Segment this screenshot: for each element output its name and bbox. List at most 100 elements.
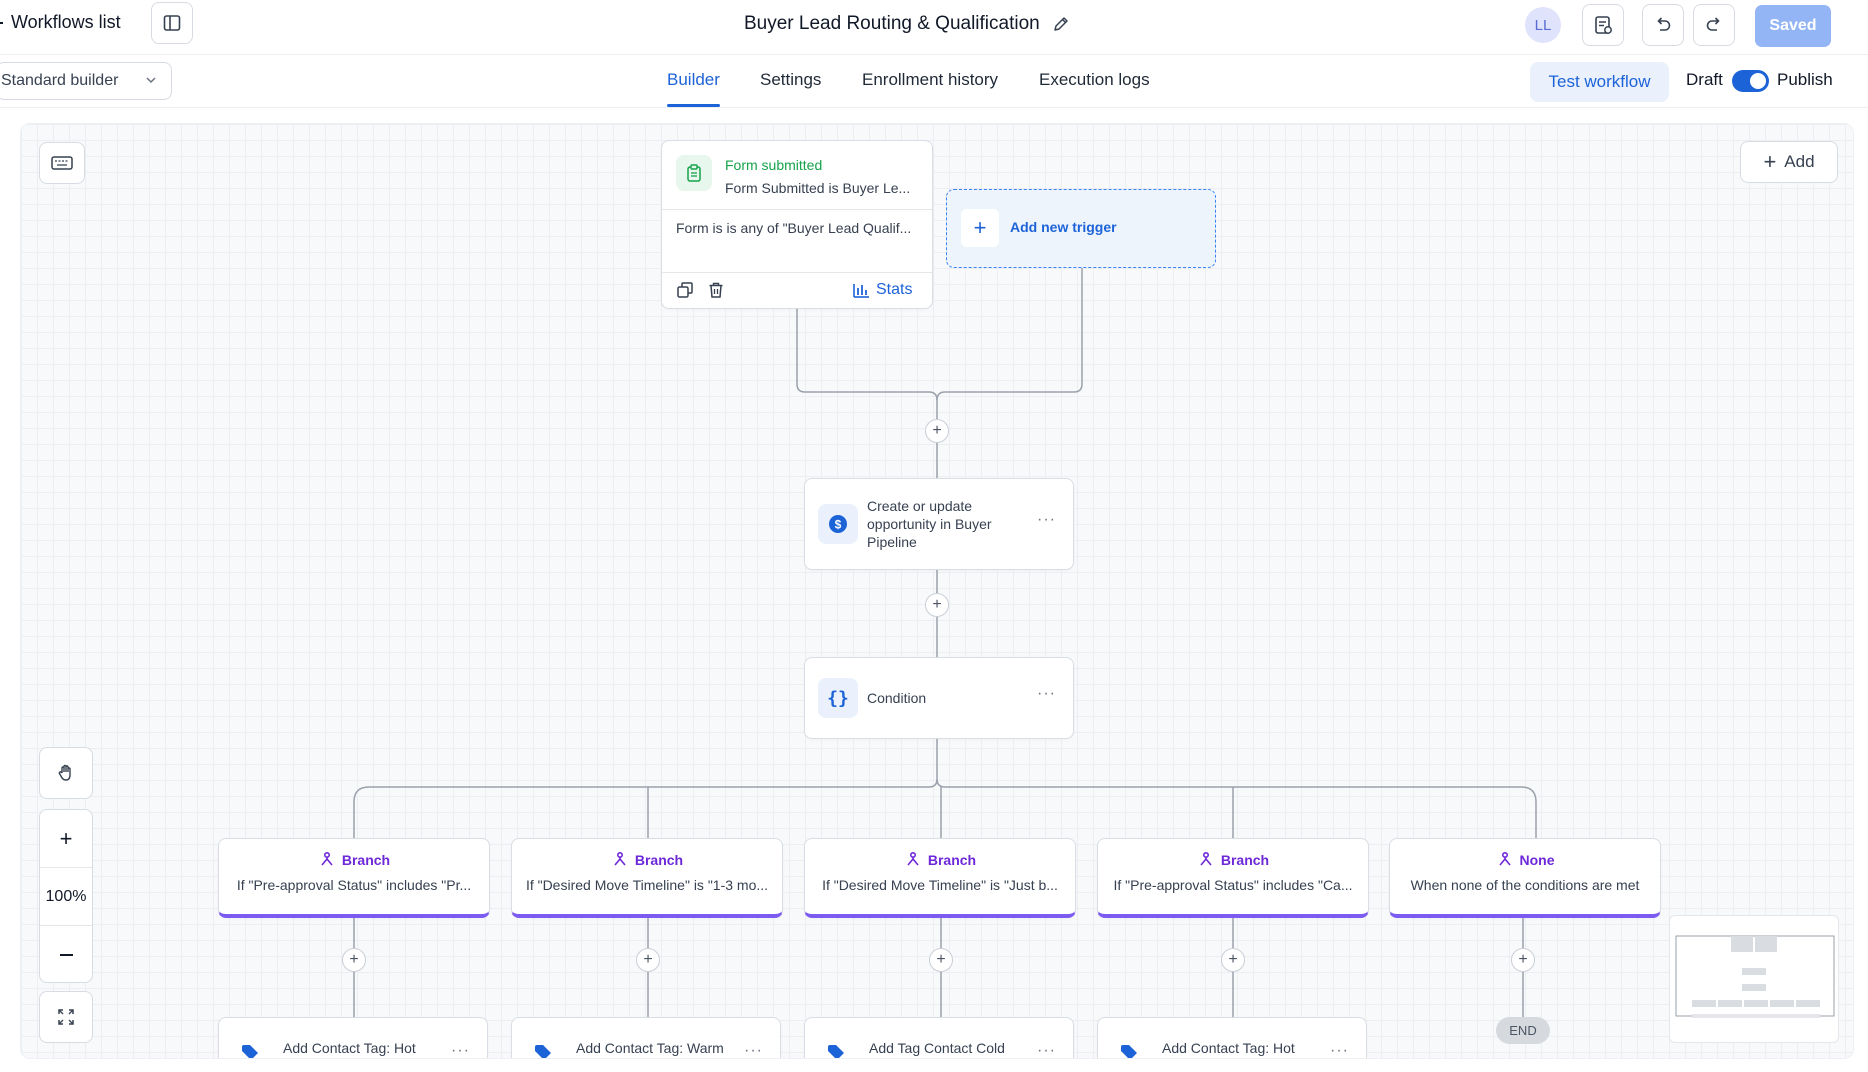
draft-label: Draft <box>1686 70 1723 89</box>
undo-button[interactable] <box>1642 4 1684 46</box>
branch-title: None <box>1519 852 1555 868</box>
redo-button[interactable] <box>1693 4 1735 46</box>
plus-icon: + <box>1763 149 1777 174</box>
sidebar-icon <box>163 15 181 31</box>
tag-icon <box>535 1045 551 1058</box>
add-step-button[interactable]: + <box>929 948 953 972</box>
action-label: Add Contact Tag: Warm <box>576 1040 724 1056</box>
test-workflow-button[interactable]: Test workflow <box>1530 62 1669 102</box>
branch-card-3[interactable]: Branch If "Desired Move Timeline" is "Ju… <box>804 838 1076 918</box>
divider <box>662 272 932 273</box>
trash-icon[interactable] <box>707 281 725 299</box>
trigger-filter: Form is is any of "Buyer Lead Qualif... <box>676 220 912 236</box>
branch-condition: When none of the conditions are met <box>1410 877 1640 893</box>
zoom-out-button[interactable] <box>40 926 92 984</box>
action-card-tag[interactable]: Add Contact Tag: Warm ··· <box>511 1017 781 1058</box>
more-options-icon[interactable]: ··· <box>744 1042 763 1058</box>
stats-button[interactable]: Stats <box>852 281 912 299</box>
tab-builder[interactable]: Builder <box>667 70 720 90</box>
action-card-tag[interactable]: Add Contact Tag: Hot ··· <box>1097 1017 1367 1058</box>
divider <box>662 209 932 210</box>
back-to-workflows-link[interactable]: Workflows list <box>0 12 121 33</box>
add-step-button[interactable]: + <box>925 593 949 617</box>
branch-card-4[interactable]: Branch If "Pre-approval Status" includes… <box>1097 838 1369 918</box>
svg-text:$: $ <box>835 518 842 532</box>
tab-settings[interactable]: Settings <box>760 70 821 90</box>
branch-condition: If "Desired Move Timeline" is "Just b... <box>822 877 1058 893</box>
expand-icon <box>58 1009 74 1025</box>
add-step-button[interactable]: + <box>342 948 366 972</box>
branch-condition: If "Pre-approval Status" includes "Ca... <box>1113 877 1353 893</box>
branch-icon <box>1498 851 1511 866</box>
more-options-icon[interactable]: ··· <box>1330 1042 1349 1058</box>
trigger-card[interactable]: Form submitted Form Submitted is Buyer L… <box>661 140 933 309</box>
tag-icon <box>828 1045 844 1058</box>
minimap-preview <box>1675 935 1835 1018</box>
arrow-left-icon <box>0 21 3 24</box>
action-card-opportunity[interactable]: $ Create or update opportunity in Buyer … <box>804 478 1074 570</box>
add-trigger-label: Add new trigger <box>1010 219 1117 235</box>
condition-card[interactable]: {} Condition ··· <box>804 657 1074 739</box>
publish-toggle[interactable] <box>1732 70 1769 92</box>
trigger-subtitle: Form Submitted is Buyer Le... <box>725 180 911 196</box>
connector-branch-bus-right <box>936 778 1537 838</box>
action-card-tag[interactable]: Add Contact Tag: Hot ··· <box>218 1017 488 1058</box>
zoom-controls: + 100% <box>39 809 93 983</box>
add-trigger-card[interactable]: + Add new trigger <box>946 189 1216 268</box>
tab-enrollment-history[interactable]: Enrollment history <box>862 70 998 90</box>
trigger-title: Form submitted <box>725 157 823 173</box>
branch-title: Branch <box>634 852 684 868</box>
workflow-canvas[interactable]: + Add Form submitted Form Submitted is B… <box>20 123 1854 1059</box>
workflow-title[interactable]: Buyer Lead Routing & Qualification <box>744 13 1070 35</box>
redo-icon <box>1706 17 1720 31</box>
pan-tool-button[interactable] <box>39 747 93 799</box>
user-avatar[interactable]: LL <box>1525 7 1561 43</box>
dollar-icon: $ <box>818 504 858 544</box>
plus-icon: + <box>59 825 73 851</box>
add-step-button[interactable]: + <box>925 419 949 443</box>
builder-mode-value: Standard builder <box>1 72 119 89</box>
branch-condition: If "Pre-approval Status" includes "Pr... <box>236 877 472 893</box>
pencil-icon[interactable] <box>1052 15 1070 33</box>
copy-icon[interactable] <box>676 281 694 299</box>
minimap[interactable] <box>1669 915 1839 1043</box>
add-node-button[interactable]: + Add <box>1740 141 1838 183</box>
add-step-button[interactable]: + <box>1511 948 1535 972</box>
branch-condition: If "Desired Move Timeline" is "1-3 mo... <box>525 877 769 893</box>
more-options-icon[interactable]: ··· <box>1037 511 1056 529</box>
hand-icon <box>58 764 71 781</box>
minus-icon <box>59 954 73 956</box>
toggle-sidebar-button[interactable] <box>151 2 193 44</box>
plus-icon: + <box>961 209 999 247</box>
branch-title: Branch <box>927 852 977 868</box>
branch-icon <box>321 851 333 866</box>
workflow-notes-button[interactable] <box>1582 4 1624 46</box>
action-card-tag[interactable]: Add Tag Contact Cold ··· <box>804 1017 1074 1058</box>
tab-execution-logs[interactable]: Execution logs <box>1039 70 1150 90</box>
bar-chart-icon <box>853 284 869 298</box>
more-options-icon[interactable]: ··· <box>1037 685 1056 703</box>
end-marker: END <box>1496 1017 1550 1044</box>
keyboard-shortcuts-button[interactable] <box>39 142 85 184</box>
add-step-button[interactable]: + <box>1221 948 1245 972</box>
builder-mode-select[interactable]: Standard builder <box>0 62 172 100</box>
back-label: Workflows list <box>11 12 121 32</box>
connector-trigger <box>796 309 938 431</box>
action-label: Add Tag Contact Cold <box>869 1040 1005 1056</box>
connector-add-trigger <box>936 268 1083 401</box>
fit-view-button[interactable] <box>39 991 93 1043</box>
more-options-icon[interactable]: ··· <box>1037 1042 1056 1058</box>
branch-card-1[interactable]: Branch If "Pre-approval Status" includes… <box>218 838 490 918</box>
workflow-title-text: Buyer Lead Routing & Qualification <box>744 13 1040 34</box>
condition-label: Condition <box>867 690 927 706</box>
connector-branch-bus <box>353 778 938 838</box>
keyboard-icon <box>51 156 73 170</box>
branch-card-2[interactable]: Branch If "Desired Move Timeline" is "1-… <box>511 838 783 918</box>
branch-card-none[interactable]: None When none of the conditions are met <box>1389 838 1661 918</box>
branch-icon <box>907 851 919 866</box>
zoom-in-button[interactable]: + <box>40 810 92 868</box>
more-options-icon[interactable]: ··· <box>451 1042 470 1058</box>
save-status-button[interactable]: Saved <box>1755 5 1831 47</box>
add-step-button[interactable]: + <box>636 948 660 972</box>
active-tab-indicator <box>667 104 720 107</box>
